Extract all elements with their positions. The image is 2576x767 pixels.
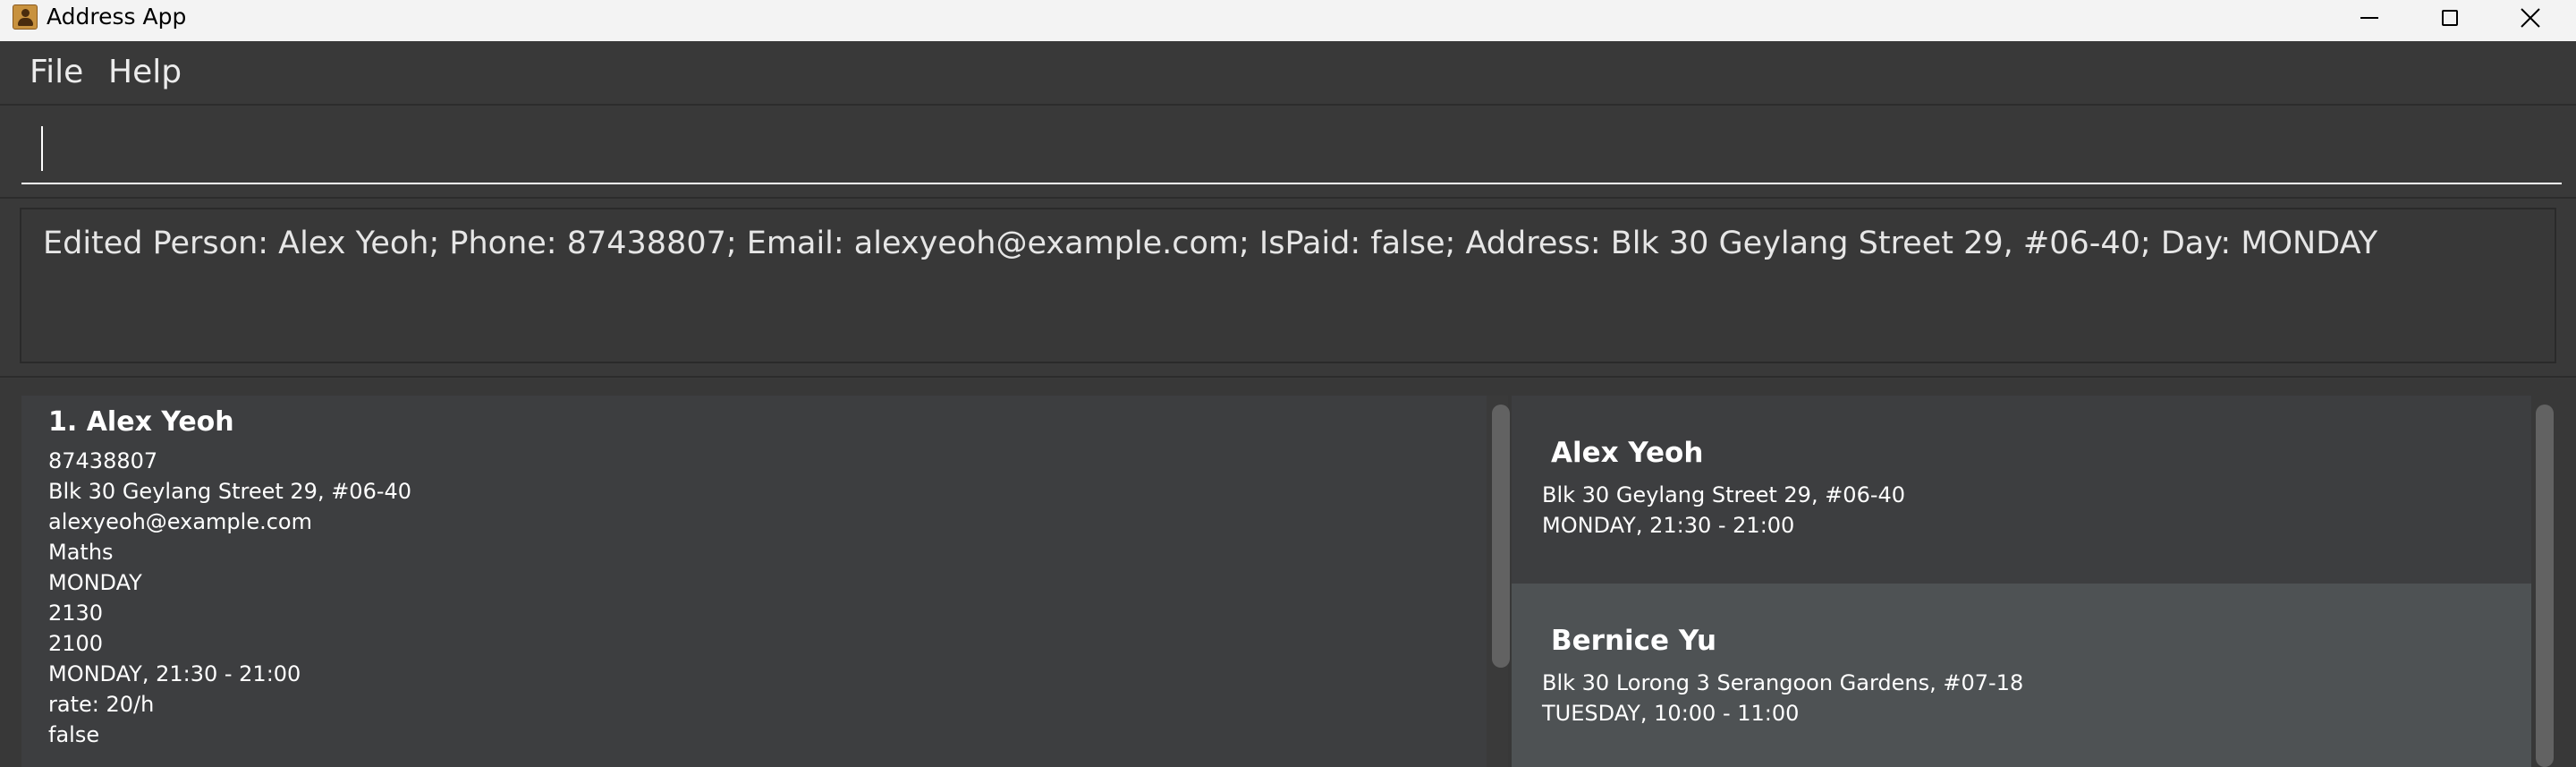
close-icon [2521, 8, 2540, 28]
schedule-list-scroll-thumb[interactable] [2536, 405, 2554, 767]
result-display: Edited Person: Alex Yeoh; Phone: 8743880… [20, 208, 2556, 363]
person-subject: Maths [48, 540, 114, 565]
close-button[interactable] [2490, 0, 2571, 36]
person-paid: false [48, 722, 100, 747]
maximize-icon [2442, 10, 2458, 26]
window-title: Address App [47, 4, 187, 30]
person-address: Blk 30 Geylang Street 29, #06-40 [48, 479, 412, 504]
schedule-card[interactable]: Bernice Yu Blk 30 Lorong 3 Serangoon Gar… [1512, 584, 2531, 767]
person-phone: 87438807 [48, 448, 158, 473]
menu-file[interactable]: File [30, 54, 83, 91]
schedule-address: Blk 30 Geylang Street 29, #06-40 [1542, 482, 1906, 507]
command-input[interactable] [21, 120, 2562, 184]
menu-bar: File Help [0, 41, 2576, 106]
schedule-address: Blk 30 Lorong 3 Serangoon Gardens, #07-1… [1542, 670, 2024, 695]
schedule-list: Alex Yeoh Blk 30 Geylang Street 29, #06-… [1512, 396, 2531, 767]
menu-help[interactable]: Help [108, 54, 182, 91]
content-area: 1. Alex Yeoh 87438807 Blk 30 Geylang Str… [0, 379, 2576, 767]
divider [0, 197, 2576, 199]
schedule-time: MONDAY, 21:30 - 21:00 [1542, 513, 1795, 538]
person-end-time: 2100 [48, 631, 104, 656]
minimize-icon [2360, 17, 2378, 19]
maximize-button[interactable] [2410, 0, 2490, 36]
person-schedule: MONDAY, 21:30 - 21:00 [48, 661, 301, 686]
divider [0, 376, 2576, 378]
person-rate: rate: 20/h [48, 692, 155, 717]
title-bar: Address App [0, 0, 2576, 41]
schedule-card[interactable]: Alex Yeoh Blk 30 Geylang Street 29, #06-… [1512, 396, 2531, 579]
person-name: 1. Alex Yeoh [48, 406, 234, 438]
minimize-button[interactable] [2329, 0, 2410, 36]
person-list-scroll-thumb[interactable] [1492, 405, 1510, 668]
schedule-name: Bernice Yu [1551, 625, 1717, 657]
person-day: MONDAY [48, 570, 142, 595]
schedule-time: TUESDAY, 10:00 - 11:00 [1542, 701, 1800, 726]
person-email: alexyeoh@example.com [48, 509, 312, 534]
text-caret [41, 126, 43, 171]
command-box [0, 106, 2576, 197]
schedule-name: Alex Yeoh [1551, 437, 1704, 469]
person-card[interactable]: 1. Alex Yeoh 87438807 Blk 30 Geylang Str… [21, 396, 1488, 767]
address-book-icon [13, 4, 38, 30]
person-start-time: 2130 [48, 601, 104, 626]
result-text: Edited Person: Alex Yeoh; Phone: 8743880… [43, 226, 2378, 261]
